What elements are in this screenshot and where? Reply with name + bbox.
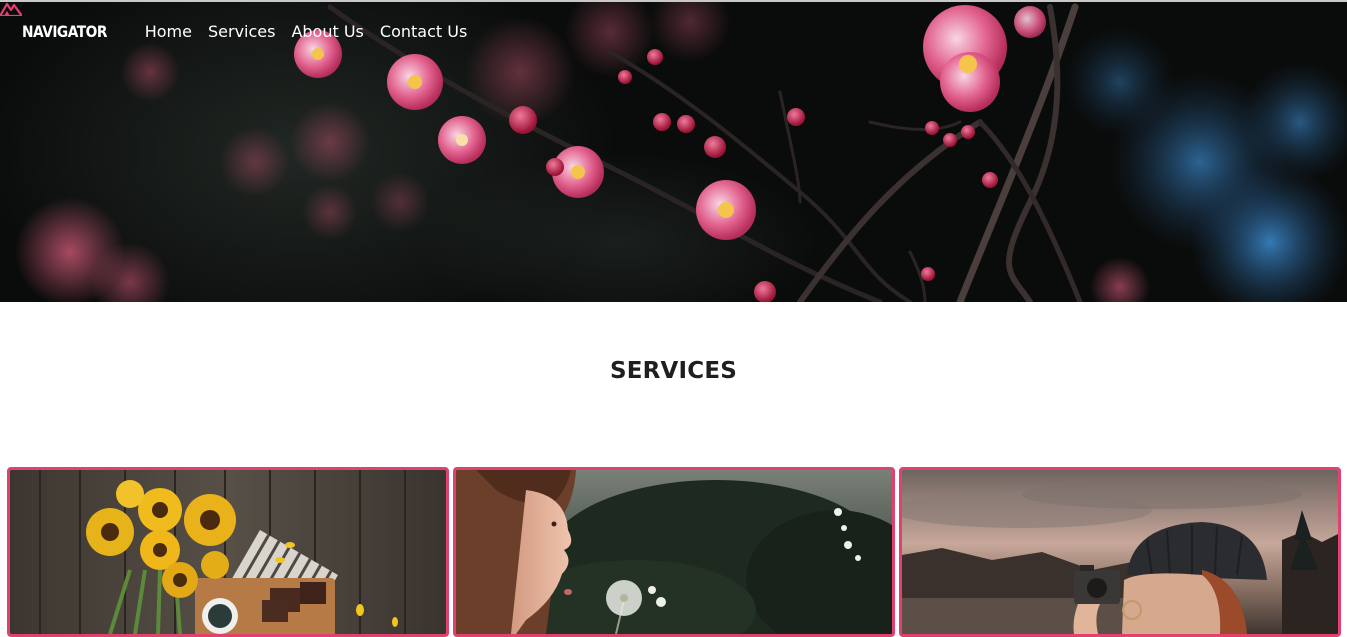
top-navbar: NAVIGATOR Home Services About Us Contact… xyxy=(0,2,1347,60)
services-heading: SERVICES xyxy=(609,358,738,384)
services-cards xyxy=(7,467,1343,637)
hero-banner: NAVIGATOR Home Services About Us Contact… xyxy=(0,0,1347,302)
nav-link-services[interactable]: Services xyxy=(208,22,275,41)
service-card-1[interactable] xyxy=(7,467,449,637)
brand-logo[interactable]: NAVIGATOR xyxy=(0,2,121,41)
brand-name: NAVIGATOR xyxy=(22,21,107,41)
service-card-2[interactable] xyxy=(453,467,895,637)
nav-links: Home Services About Us Contact Us xyxy=(145,22,468,41)
nav-link-contact-us[interactable]: Contact Us xyxy=(380,22,467,41)
nav-link-home[interactable]: Home xyxy=(145,22,192,41)
service-card-3[interactable] xyxy=(899,467,1341,637)
dandelion-girl-image xyxy=(456,470,892,634)
nav-link-about-us[interactable]: About Us xyxy=(291,22,363,41)
camera-person-image xyxy=(902,470,1338,634)
logo-mountain-icon xyxy=(0,2,22,16)
sunflowers-image xyxy=(10,470,446,634)
